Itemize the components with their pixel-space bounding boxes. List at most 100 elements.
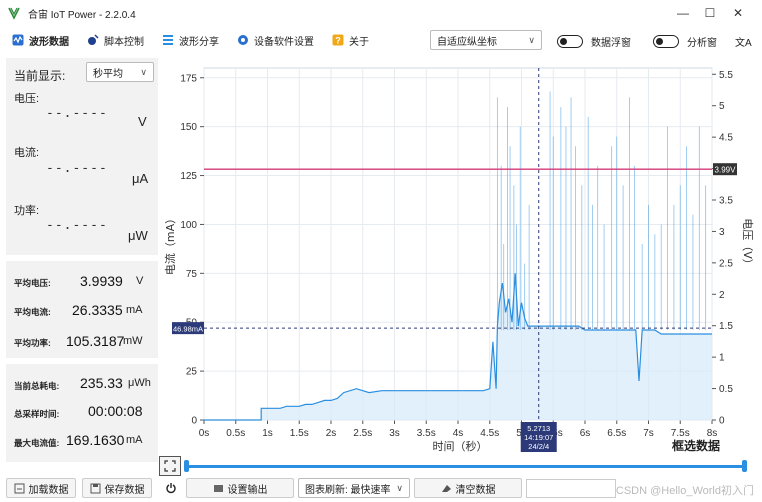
analysis-toggle[interactable]: 分析窗 xyxy=(653,34,717,49)
avg-power-value: 105.3187 xyxy=(66,333,125,349)
app-logo-icon xyxy=(6,5,22,21)
total-energy-value: 235.33 xyxy=(80,375,123,391)
help-icon: ? xyxy=(332,34,344,46)
main-toolbar: 波形数据 脚本控制 波形分享 设备软件设置 ? 关于 xyxy=(0,28,762,52)
avg-power-unit: mW xyxy=(123,335,143,347)
settings-icon xyxy=(237,34,249,46)
chart-refresh-select[interactable]: 图表刷新: 最快速率 ∨ xyxy=(298,478,410,498)
tab-waveform-share[interactable]: 波形分享 xyxy=(156,30,225,50)
minimize-icon[interactable]: — xyxy=(676,6,690,20)
power-label: 功率: xyxy=(14,205,40,217)
current-label: 电流: xyxy=(14,147,40,159)
x-tick-label: 2s xyxy=(326,428,337,439)
y-tick-label-left: 175 xyxy=(180,73,197,84)
average-stats-box: 平均电压: 3.9939 V 平均电流: 26.3335 mA 平均功率: 10… xyxy=(6,261,158,358)
clear-data-button[interactable]: 清空数据 xyxy=(414,478,522,498)
output-icon xyxy=(213,483,224,494)
y-tick-label-right: 0 xyxy=(719,416,725,427)
x-tick-label: 1s xyxy=(262,428,273,439)
totals-box: 当前总耗电: 235.33 μWh 总采样时间: 00:00:08 最大电流值:… xyxy=(6,364,158,462)
y-tick-label-right: 0.5 xyxy=(719,384,733,395)
button-label: 加载数据 xyxy=(28,484,69,496)
tab-label: 设备软件设置 xyxy=(254,36,314,48)
timeline-handle-left[interactable] xyxy=(184,460,189,472)
avg-current-unit: mA xyxy=(126,304,143,316)
maximize-icon[interactable]: ☐ xyxy=(703,6,717,20)
current-unit: μA xyxy=(132,171,149,186)
list-icon xyxy=(162,34,174,46)
voltage-label: 电压: xyxy=(14,93,40,105)
voltage-unit: V xyxy=(138,114,147,129)
avg-voltage-value: 3.9939 xyxy=(80,273,123,289)
y-tick-label-right: 1.5 xyxy=(719,321,733,332)
x-tick-label: 0s xyxy=(199,428,210,439)
save-icon xyxy=(90,483,101,494)
max-current-label: 最大电流值: xyxy=(14,438,60,448)
load-data-button[interactable]: 加载数据 xyxy=(6,478,76,498)
toggle-switch[interactable] xyxy=(653,35,679,48)
y-tick-label-left: 100 xyxy=(180,220,197,231)
x-tick-label: 6s xyxy=(580,428,591,439)
y-tick-label-right: 3.5 xyxy=(719,196,733,207)
voltage-value: --.---- xyxy=(46,106,108,121)
voltage-line-label: 3.99V xyxy=(715,166,737,175)
close-icon[interactable]: ✕ xyxy=(731,6,745,20)
eraser-icon xyxy=(441,483,452,494)
chart-refresh-value: 图表刷新: 最快速率 xyxy=(305,484,391,496)
avg-current-label: 平均电流: xyxy=(14,307,51,317)
language-icon[interactable]: 文A xyxy=(735,34,752,49)
chevron-down-icon: ∨ xyxy=(528,35,535,45)
y-tick-label-right: 3 xyxy=(719,227,725,238)
x-tick-label: 4s xyxy=(453,428,464,439)
fullscreen-icon[interactable] xyxy=(159,456,181,476)
chevron-down-icon: ∨ xyxy=(140,67,147,77)
y-tick-label-right: 2.5 xyxy=(719,258,733,269)
y-tick-label-right: 4.5 xyxy=(719,133,733,144)
tab-waveform-data[interactable]: 波形数据 xyxy=(6,30,75,50)
watermark-text: CSDN @Hello_World初入门 xyxy=(615,485,754,497)
timeline-track[interactable] xyxy=(186,465,744,468)
y-tick-label-right: 1 xyxy=(719,353,725,364)
tab-about[interactable]: ? 关于 xyxy=(326,30,375,50)
toggle-switch[interactable] xyxy=(557,35,583,48)
title-bar: 合宙 IoT Power - 2.2.0.4 xyxy=(0,0,762,26)
output-field[interactable] xyxy=(526,479,616,498)
y-tick-label-left: 125 xyxy=(180,171,197,182)
waveform-chart-svg[interactable]: 0s0.5s1s1.5s2s2.5s3s3.5s4s4.5s5s5.5s6s6.… xyxy=(160,58,760,458)
x-tick-label: 7.5s xyxy=(671,428,690,439)
timeline-handle-right[interactable] xyxy=(742,460,747,472)
avg-current-value: 26.3335 xyxy=(72,302,123,318)
display-mode-select[interactable]: 秒平均 ∨ xyxy=(86,62,154,82)
total-energy-label: 当前总耗电: xyxy=(14,381,60,391)
x-tick-label: 4.5s xyxy=(480,428,499,439)
y-tick-label-left: 25 xyxy=(186,367,198,378)
avg-voltage-unit: V xyxy=(136,275,144,287)
x-tick-label: 8s xyxy=(707,428,718,439)
axis-mode-value: 自适应纵坐标 xyxy=(437,36,497,48)
data-float-toggle[interactable]: 数据浮窗 xyxy=(557,34,631,49)
settings-output-button[interactable]: 设置输出 xyxy=(186,478,294,498)
display-label: 当前显示: xyxy=(14,69,66,83)
x-tick-label: 2.5s xyxy=(353,428,372,439)
tab-script-control[interactable]: 脚本控制 xyxy=(81,30,150,50)
y-tick-label-right: 5.5 xyxy=(719,70,733,81)
x-tick-label: 3.5s xyxy=(417,428,436,439)
tab-device-settings[interactable]: 设备软件设置 xyxy=(231,30,320,50)
window-title: 合宙 IoT Power - 2.2.0.4 xyxy=(28,9,136,21)
cursor-vertical-label: 14:19:07 xyxy=(524,433,553,442)
button-label: 清空数据 xyxy=(455,484,496,496)
save-data-button[interactable]: 保存数据 xyxy=(82,478,152,498)
power-unit: μW xyxy=(128,228,148,243)
axis-mode-select[interactable]: 自适应纵坐标 ∨ xyxy=(430,30,542,50)
load-icon xyxy=(14,483,25,494)
avg-voltage-label: 平均电压: xyxy=(14,278,51,288)
power-icon[interactable] xyxy=(160,478,182,498)
live-readings-box: 当前显示: 秒平均 ∨ 电压: --.---- V 电流: --.---- μA… xyxy=(6,58,158,255)
cursor-horizontal-label: 46.98mA xyxy=(173,325,203,334)
script-icon xyxy=(87,34,99,46)
waveform-chart[interactable]: 0s0.5s1s1.5s2s2.5s3s3.5s4s4.5s5s5.5s6s6.… xyxy=(160,58,760,458)
x-tick-label: 7s xyxy=(643,428,654,439)
display-mode-value: 秒平均 xyxy=(93,68,123,80)
cursor-vertical-label: 24/2/4 xyxy=(528,442,549,451)
y-axis-label-right: 电压（V） xyxy=(741,218,754,270)
